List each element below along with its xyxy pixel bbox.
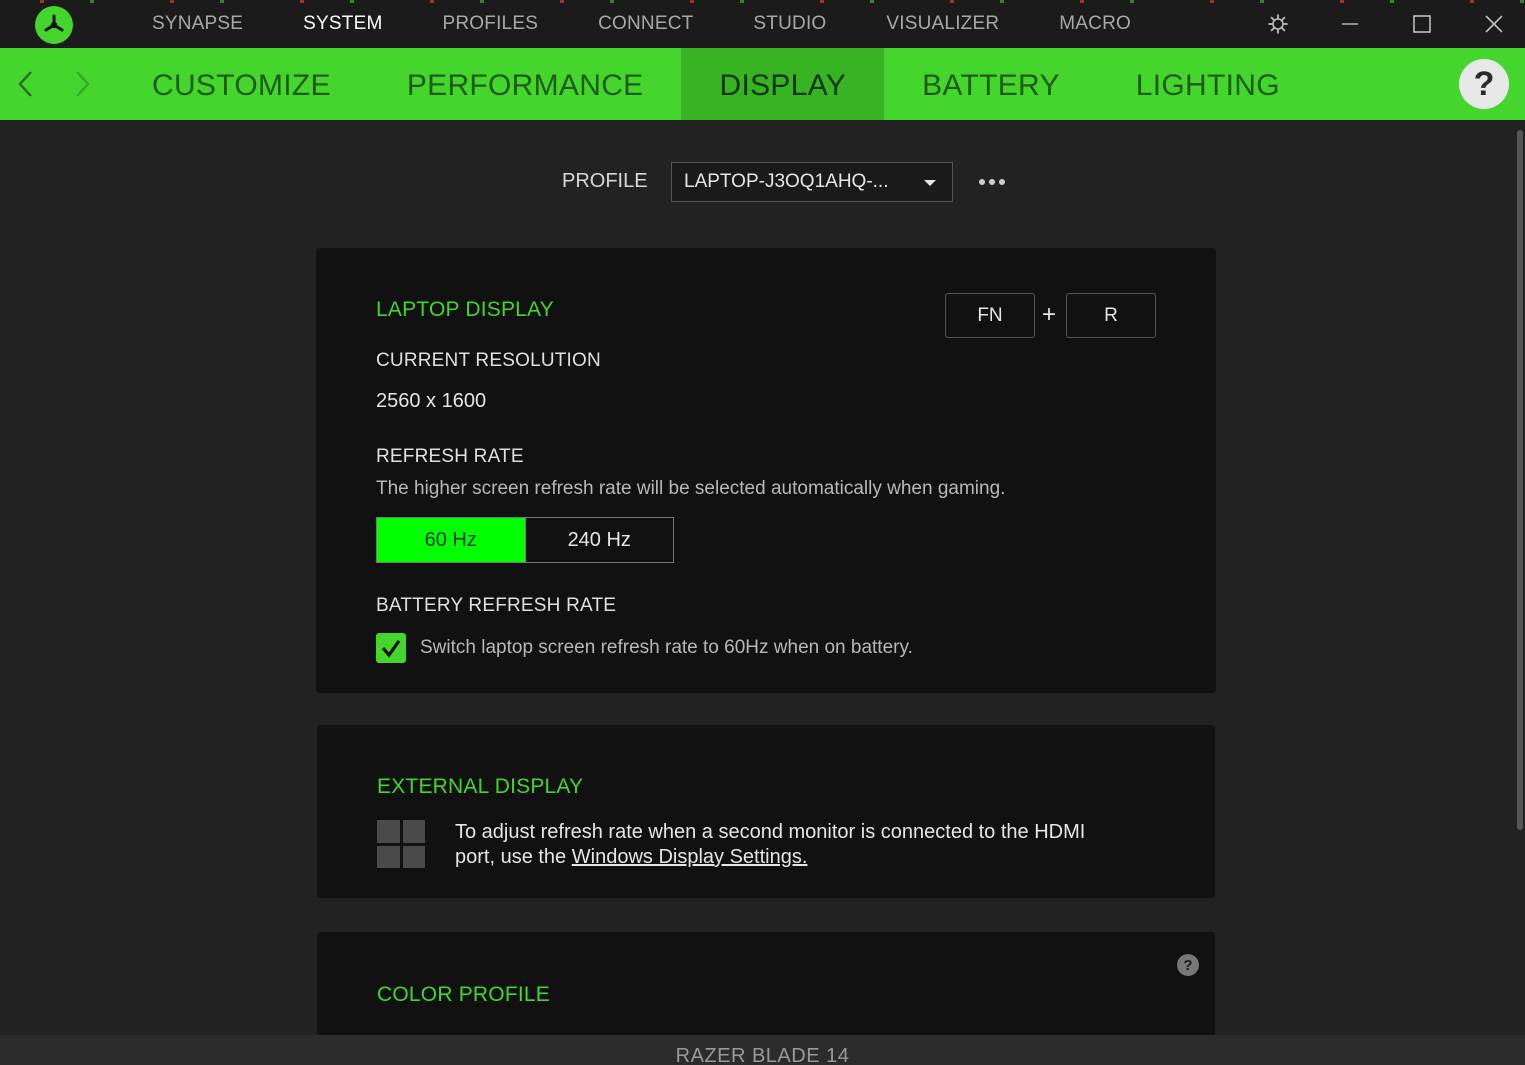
app-window: SYNAPSE SYSTEM PROFILES CONNECT STUDIO V… [0,0,1525,1065]
tab-customize[interactable]: CUSTOMIZE [114,48,369,120]
current-resolution-label: CURRENT RESOLUTION [376,350,601,371]
refresh-rate-description: The higher screen refresh rate will be s… [376,478,1006,499]
battery-refresh-checkbox[interactable] [376,633,406,663]
close-icon[interactable] [1476,6,1512,42]
external-display-title: EXTERNAL DISPLAY [377,775,584,798]
maximize-icon[interactable] [1404,6,1440,42]
minimize-icon[interactable] [1332,6,1368,42]
sub-nav-bar: CUSTOMIZE PERFORMANCE DISPLAY BATTERY LI… [0,48,1525,120]
color-profile-help-icon[interactable]: ? [1177,954,1199,976]
caret-down-icon [924,180,936,186]
refresh-rate-240hz-button[interactable]: 240 Hz [524,518,674,562]
topnav-macro[interactable]: MACRO [1029,0,1161,48]
laptop-display-title: LAPTOP DISPLAY [376,298,554,321]
more-options-icon[interactable] [976,167,1008,197]
top-nav: SYNAPSE SYSTEM PROFILES CONNECT STUDIO V… [122,0,1161,48]
color-profile-title: COLOR PROFILE [377,983,550,1006]
checkmark-icon [381,640,401,658]
refresh-rate-60hz-button[interactable]: 60 Hz [377,518,525,562]
back-arrow-icon[interactable] [8,66,44,102]
tab-display[interactable]: DISPLAY [681,48,885,120]
shortcut-key-fn: FN [945,293,1035,338]
sub-nav: CUSTOMIZE PERFORMANCE DISPLAY BATTERY LI… [114,48,1318,120]
battery-refresh-description: Switch laptop screen refresh rate to 60H… [420,637,913,658]
footer-bar: RAZER BLADE 14 [0,1035,1525,1065]
external-display-card [317,725,1215,898]
refresh-rate-selector: 60 Hz 240 Hz [376,517,674,563]
battery-refresh-rate-label: BATTERY REFRESH RATE [376,595,617,616]
forward-arrow-icon[interactable] [64,66,100,102]
topnav-system[interactable]: SYSTEM [273,0,412,48]
razer-logo-icon[interactable] [35,6,73,44]
topnav-studio[interactable]: STUDIO [723,0,856,48]
tab-lighting[interactable]: LIGHTING [1098,48,1318,120]
external-display-desc-line1: To adjust refresh rate when a second mon… [455,821,1086,843]
profile-dropdown-value: LAPTOP-J3OQ1AHQ-... [684,171,889,192]
tab-battery[interactable]: BATTERY [884,48,1098,120]
external-display-desc-line2: port, use the [455,846,572,868]
shortcut-plus: + [1042,301,1057,328]
device-name: RAZER BLADE 14 [675,1045,850,1065]
windows-logo-icon [377,820,425,868]
help-button[interactable]: ? [1459,59,1509,109]
tab-performance[interactable]: PERFORMANCE [369,48,682,120]
profile-dropdown[interactable]: LAPTOP-J3OQ1AHQ-... [671,162,953,202]
topnav-connect[interactable]: CONNECT [568,0,723,48]
shortcut-key-r: R [1066,293,1156,338]
topnav-visualizer[interactable]: VISUALIZER [856,0,1029,48]
windows-display-settings-link[interactable]: Windows Display Settings. [572,846,808,868]
refresh-rate-label: REFRESH RATE [376,446,524,467]
topnav-profiles[interactable]: PROFILES [413,0,569,48]
scrollbar[interactable] [1517,130,1523,830]
top-bar: SYNAPSE SYSTEM PROFILES CONNECT STUDIO V… [0,0,1525,48]
external-display-description: To adjust refresh rate when a second mon… [455,820,1085,870]
settings-icon[interactable] [1260,6,1296,42]
current-resolution-value: 2560 x 1600 [376,390,487,412]
topnav-synapse[interactable]: SYNAPSE [122,0,273,48]
profile-label: PROFILE [562,170,648,192]
